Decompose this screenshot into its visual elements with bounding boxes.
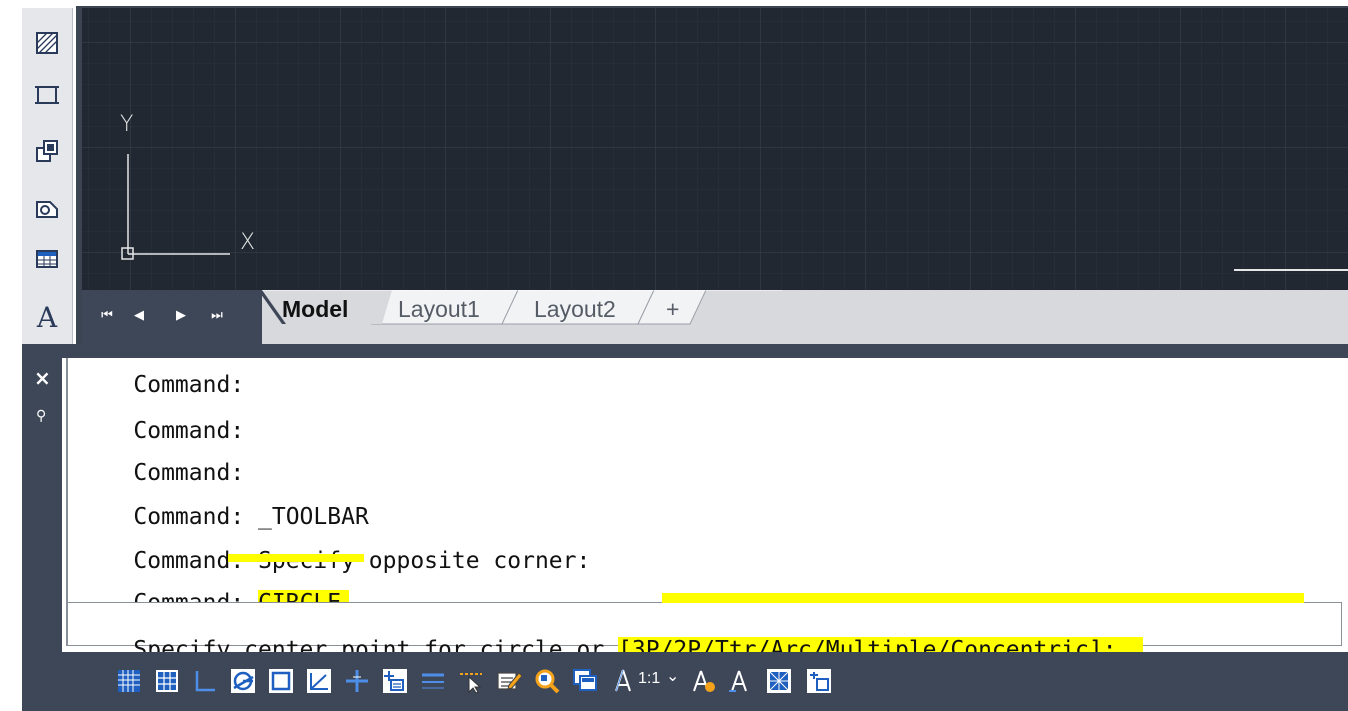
command-history-line: Command: CIRCLE <box>78 564 350 602</box>
annotation-visibility-icon[interactable] <box>688 666 718 696</box>
tab-layout2[interactable]: Layout2 <box>534 296 616 323</box>
highlight-mark <box>662 593 1304 603</box>
object-snap-icon[interactable] <box>266 666 296 696</box>
ucs-y-label: Y <box>120 112 134 137</box>
text-tool-glyph: A <box>36 300 58 334</box>
command-history: Command: Command: Command: Command: _TOO… <box>66 358 1348 602</box>
copy-objects-icon[interactable] <box>32 136 62 166</box>
drawing-grid <box>82 8 1348 290</box>
multiline-text-icon[interactable]: A <box>32 300 62 334</box>
chevron-down-icon[interactable]: ⌄ <box>666 666 679 686</box>
selection-cycling-icon[interactable] <box>456 666 486 696</box>
transparency-icon[interactable] <box>418 666 448 696</box>
quick-properties-icon[interactable] <box>494 666 524 696</box>
viewport-icon[interactable] <box>570 666 600 696</box>
isolate-objects-icon[interactable] <box>804 666 834 696</box>
highlight-mark <box>228 554 364 562</box>
command-window-grip: × ⚲ <box>22 346 62 652</box>
left-toolbar: A <box>22 8 73 346</box>
snap-icon[interactable] <box>152 666 182 696</box>
region-icon[interactable] <box>32 194 62 224</box>
hardware-acceleration-icon[interactable] <box>764 666 794 696</box>
zoom-icon[interactable] <box>532 666 562 696</box>
drawing-canvas[interactable]: Y X <box>76 6 1348 290</box>
viewport-rectangle-icon[interactable] <box>32 80 62 110</box>
polar-tracking-icon[interactable] <box>228 666 258 696</box>
tab-model[interactable]: Model <box>282 296 348 323</box>
layout-tab-bar: ⏮ ◀ ▶ ⏭ Model Layout1 Layout2 + <box>76 290 1348 344</box>
ortho-icon[interactable] <box>190 666 220 696</box>
lineweight-icon[interactable] <box>380 666 410 696</box>
annotation-scale-value[interactable]: 1:1 <box>638 670 660 688</box>
close-icon[interactable]: × <box>34 366 51 390</box>
circle-command-highlight: CIRCLE <box>258 590 350 602</box>
command-input[interactable]: Specify center point for circle or [3P/2… <box>66 593 1342 663</box>
hatch-icon[interactable] <box>32 28 62 58</box>
tab-layout1[interactable]: Layout1 <box>398 296 480 323</box>
auto-scale-icon[interactable] <box>724 666 754 696</box>
dynamic-input-icon[interactable] <box>342 666 372 696</box>
ucs-x-label: X <box>240 230 256 255</box>
dynamic-ucs-icon[interactable] <box>304 666 334 696</box>
annotation-scale-icon[interactable] <box>608 666 638 696</box>
add-layout-tab[interactable]: + <box>666 296 679 323</box>
status-bar: 1:1 ⌄ <box>22 652 1348 711</box>
command-window-title-bar[interactable] <box>22 344 1348 358</box>
table-icon[interactable] <box>32 244 62 274</box>
pin-icon[interactable]: ⚲ <box>36 408 46 424</box>
grid-icon[interactable] <box>114 666 144 696</box>
